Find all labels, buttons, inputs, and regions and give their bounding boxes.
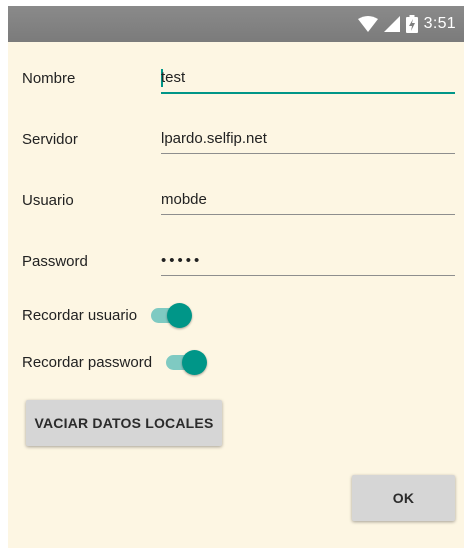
wifi-icon [357, 16, 378, 32]
status-bar: 3:51 [8, 6, 464, 42]
app-screen: 3:51 Nombre test Servidor lpardo.selfip.… [8, 6, 464, 548]
status-time: 3:51 [423, 15, 456, 32]
recordar-usuario-row: Recordar usuario [22, 300, 193, 330]
vaciar-datos-locales-button[interactable]: VACIAR DATOS LOCALES [26, 400, 222, 446]
usuario-field[interactable]: mobde [161, 184, 455, 215]
status-icons: 3:51 [357, 6, 464, 42]
signal-icon [383, 16, 400, 32]
recordar-password-row: Recordar password [22, 347, 208, 377]
nombre-label: Nombre [22, 70, 76, 87]
nombre-field[interactable]: test [161, 62, 455, 94]
password-value: ••••• [161, 252, 203, 269]
password-label: Password [22, 253, 88, 270]
password-field[interactable]: ••••• [161, 245, 455, 276]
recordar-password-switch[interactable] [166, 347, 208, 377]
ok-button[interactable]: OK [352, 475, 455, 521]
servidor-value: lpardo.selfip.net [161, 130, 267, 147]
recordar-password-label: Recordar password [22, 353, 153, 371]
nombre-value: test [161, 69, 186, 86]
switch-thumb [182, 350, 208, 375]
servidor-label: Servidor [22, 131, 78, 148]
recordar-usuario-label: Recordar usuario [22, 306, 138, 324]
recordar-usuario-switch[interactable] [151, 300, 193, 330]
battery-charging-icon [405, 15, 418, 33]
usuario-label: Usuario [22, 192, 74, 209]
servidor-field[interactable]: lpardo.selfip.net [161, 123, 455, 154]
switch-thumb [167, 303, 193, 328]
usuario-value: mobde [161, 191, 207, 208]
